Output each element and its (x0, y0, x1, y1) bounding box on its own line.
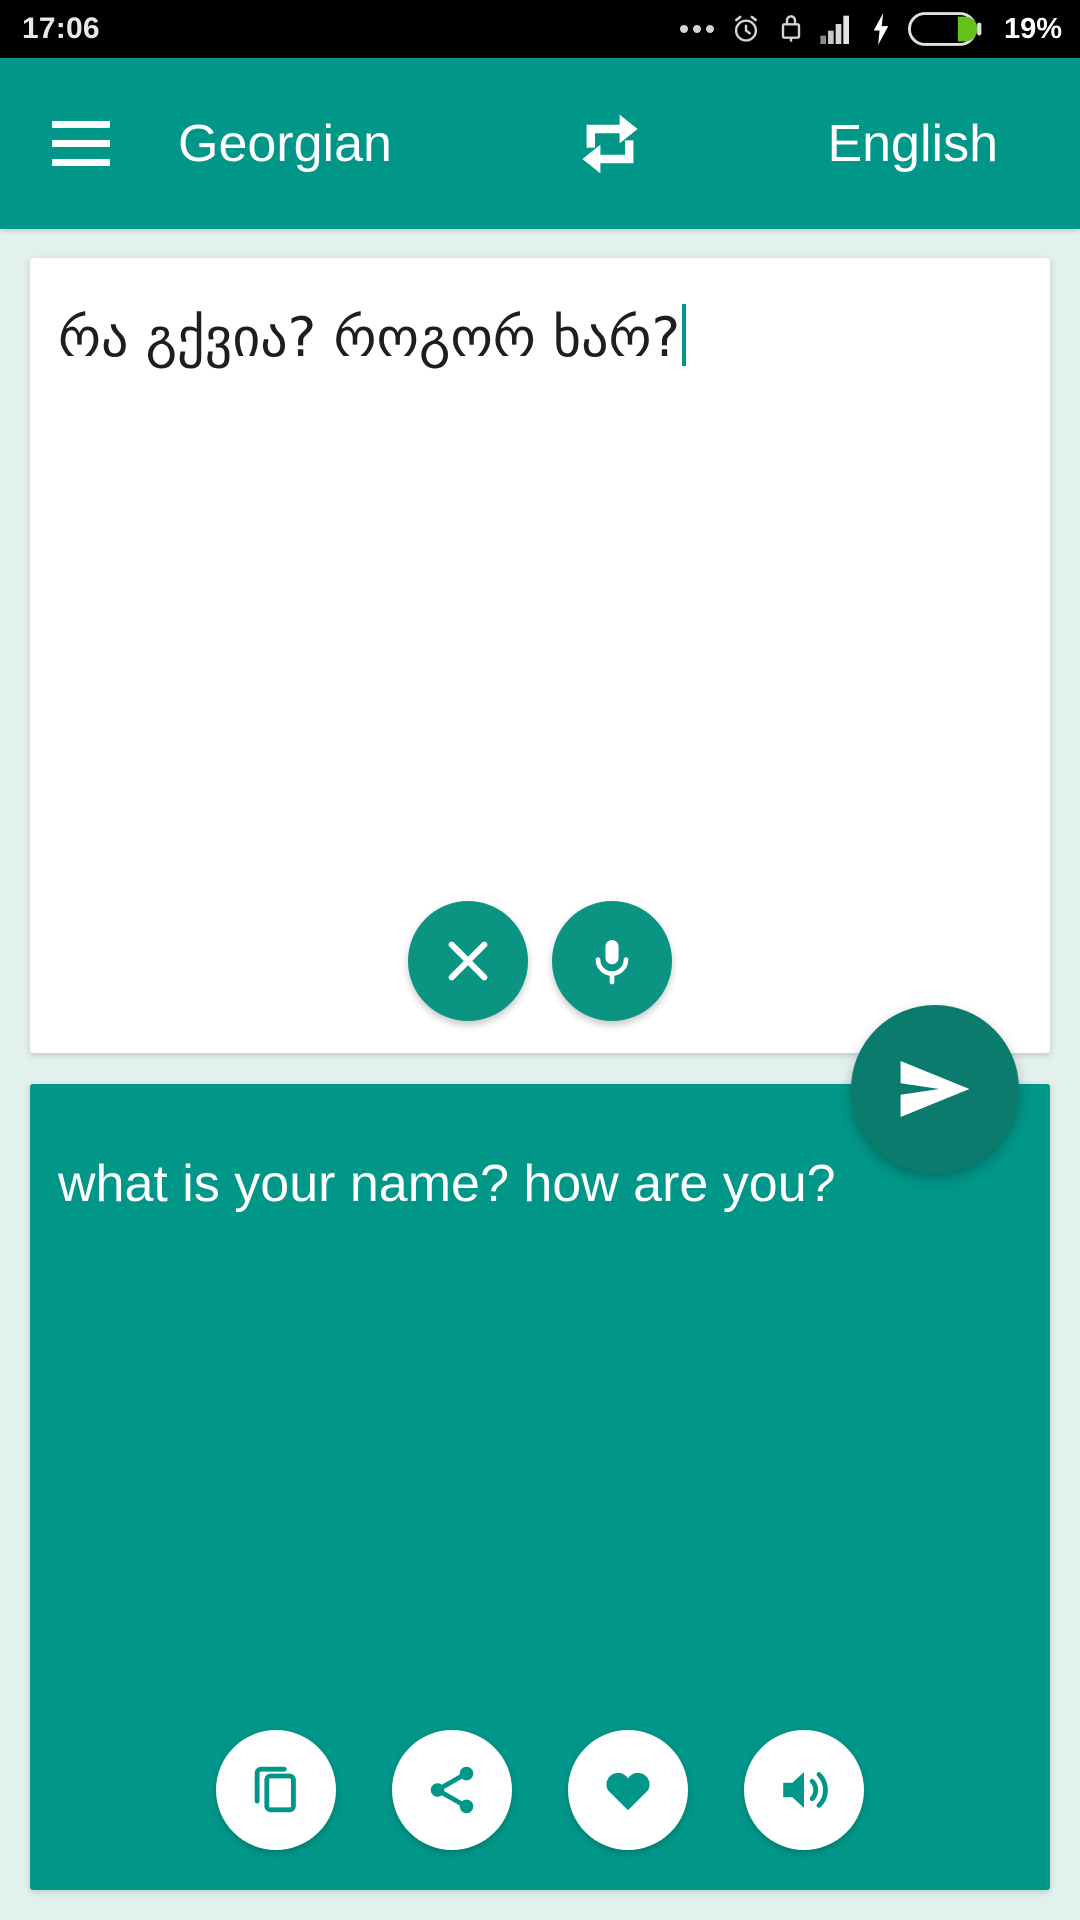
send-arrow-icon (900, 1061, 970, 1117)
target-language-selector[interactable]: English (827, 114, 998, 174)
microphone-icon (595, 940, 629, 985)
more-dots-icon (679, 25, 714, 33)
translation-result-card: what is your name? how are you? (30, 1084, 1050, 1890)
source-action-row (30, 901, 1050, 1021)
status-bar-clock: 17:06 (22, 12, 100, 45)
battery-percent-label: 19% (1003, 12, 1062, 45)
favorite-button[interactable] (568, 1730, 688, 1850)
source-input-area[interactable]: რა გქვია? როგორ ხარ? (58, 304, 1022, 372)
translator-app-screen: 17:06 19% Georgian English რა გქვია? როგ… (0, 0, 1080, 1920)
source-language-selector[interactable]: Georgian (178, 114, 392, 174)
share-button[interactable] (392, 1730, 512, 1850)
swap-languages-button[interactable] (392, 108, 828, 180)
source-text-input[interactable]: რა გქვია? როგორ ხარ? (58, 304, 680, 372)
copy-icon (254, 1766, 296, 1813)
usb-lock-icon (778, 13, 804, 45)
translation-result-text: what is your name? how are you? (58, 1155, 836, 1213)
alarm-clock-icon (730, 13, 762, 45)
app-toolbar: Georgian English (0, 58, 1080, 229)
send-button[interactable] (851, 1005, 1019, 1173)
battery-icon (907, 12, 982, 46)
signal-bars-icon (820, 14, 854, 44)
microphone-button[interactable] (552, 901, 672, 1021)
heart-icon (606, 1772, 650, 1811)
swap-languages-icon (582, 114, 638, 173)
hamburger-menu-icon[interactable] (52, 121, 110, 166)
source-text-card: რა გქვია? როგორ ხარ? (30, 258, 1050, 1053)
status-bar-icons: 19% (679, 12, 1062, 46)
text-cursor (682, 304, 687, 366)
close-x-icon (448, 941, 488, 981)
status-bar: 17:06 19% (0, 0, 1080, 58)
share-icon (430, 1766, 474, 1814)
result-action-row (30, 1730, 1050, 1850)
clear-button[interactable] (408, 901, 528, 1021)
charging-bolt-icon (870, 13, 892, 45)
speak-button[interactable] (744, 1730, 864, 1850)
speaker-icon (783, 1772, 828, 1808)
copy-button[interactable] (216, 1730, 336, 1850)
